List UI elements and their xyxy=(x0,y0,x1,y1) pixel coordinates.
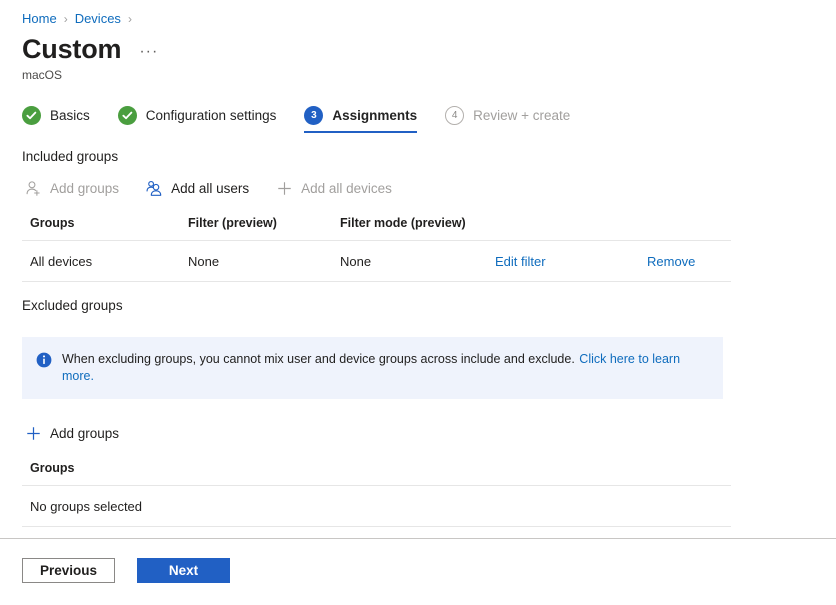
excluded-groups-table: Groups No groups selected xyxy=(22,457,731,527)
table-header-row: Groups Filter (preview) Filter mode (pre… xyxy=(22,212,731,241)
wizard-step-review-create[interactable]: 4 Review + create xyxy=(445,106,570,133)
add-all-devices-label: Add all devices xyxy=(301,180,392,196)
plus-icon xyxy=(24,424,42,442)
previous-button[interactable]: Previous xyxy=(22,558,115,583)
add-groups-button[interactable]: Add groups xyxy=(22,176,121,200)
add-all-users-button[interactable]: Add all users xyxy=(143,176,251,200)
plus-icon xyxy=(275,179,293,197)
column-header-filter-mode: Filter mode (preview) xyxy=(340,212,495,241)
add-groups-label: Add groups xyxy=(50,180,120,196)
info-banner-message: When excluding groups, you cannot mix us… xyxy=(62,352,575,366)
table-header-row: Groups xyxy=(22,457,731,486)
wizard-step-basics[interactable]: Basics xyxy=(22,106,90,133)
cell-no-groups-selected: No groups selected xyxy=(22,485,188,527)
page-subtitle: macOS xyxy=(22,68,63,82)
cell-filter-mode: None xyxy=(340,240,495,282)
wizard-step-configuration-settings[interactable]: Configuration settings xyxy=(117,106,277,133)
add-all-users-label: Add all users xyxy=(171,180,250,196)
next-button[interactable]: Next xyxy=(137,558,230,583)
included-groups-table: Groups Filter (preview) Filter mode (pre… xyxy=(22,212,731,282)
included-groups-heading: Included groups xyxy=(22,149,119,164)
wizard-step-label: Assignments xyxy=(332,108,418,123)
check-circle-icon xyxy=(117,106,137,125)
column-header-edit xyxy=(495,212,647,241)
breadcrumb: Home › Devices › xyxy=(0,0,836,26)
excluded-groups-info-banner: When excluding groups, you cannot mix us… xyxy=(22,337,723,399)
check-circle-icon xyxy=(22,106,41,125)
cell-filter: None xyxy=(188,240,340,282)
breadcrumb-item-devices[interactable]: Devices xyxy=(75,11,121,26)
wizard-step-label: Basics xyxy=(50,108,90,123)
wizard-steps: Basics Configuration settings 3 Assignme… xyxy=(0,82,836,133)
page-title: Custom xyxy=(22,34,122,64)
add-user-icon xyxy=(24,179,42,197)
assignments-content: Included groups Add groups Add all users… xyxy=(0,149,836,527)
info-banner-text: When excluding groups, you cannot mix us… xyxy=(62,351,709,385)
table-row: No groups selected xyxy=(22,485,731,527)
wizard-step-label: Review + create xyxy=(473,108,571,123)
remove-link[interactable]: Remove xyxy=(647,254,695,269)
column-header-groups: Groups xyxy=(22,457,188,486)
page-title-row: Custom ··· xyxy=(0,26,836,66)
wizard-footer: Previous Next xyxy=(22,558,230,583)
included-groups-command-bar: Add groups Add all users Add all devices xyxy=(22,176,836,200)
column-header-groups: Groups xyxy=(22,212,188,241)
add-all-devices-button[interactable]: Add all devices xyxy=(273,176,394,200)
table-row: All devices None None Edit filter Remove xyxy=(22,240,731,282)
step-number-badge: 4 xyxy=(445,106,465,125)
wizard-step-label: Configuration settings xyxy=(145,108,277,123)
column-header-remove xyxy=(647,212,731,241)
add-groups-excluded-label: Add groups xyxy=(50,425,120,441)
wizard-step-assignments[interactable]: 3 Assignments xyxy=(304,106,417,133)
all-users-icon xyxy=(145,179,163,197)
column-header-filter: Filter (preview) xyxy=(188,212,340,241)
cell-group-name: All devices xyxy=(22,240,188,282)
step-number-badge: 3 xyxy=(304,106,324,125)
more-actions-icon[interactable]: ··· xyxy=(135,44,162,60)
footer-divider xyxy=(0,538,836,539)
add-groups-excluded-button[interactable]: Add groups xyxy=(22,421,121,445)
info-icon xyxy=(36,352,52,368)
excluded-groups-command-bar: Add groups xyxy=(22,421,836,445)
breadcrumb-chevron-icon: › xyxy=(63,11,68,26)
breadcrumb-chevron-icon: › xyxy=(127,11,132,26)
edit-filter-link[interactable]: Edit filter xyxy=(495,254,546,269)
breadcrumb-item-home[interactable]: Home xyxy=(22,11,57,26)
excluded-groups-heading: Excluded groups xyxy=(22,298,123,313)
